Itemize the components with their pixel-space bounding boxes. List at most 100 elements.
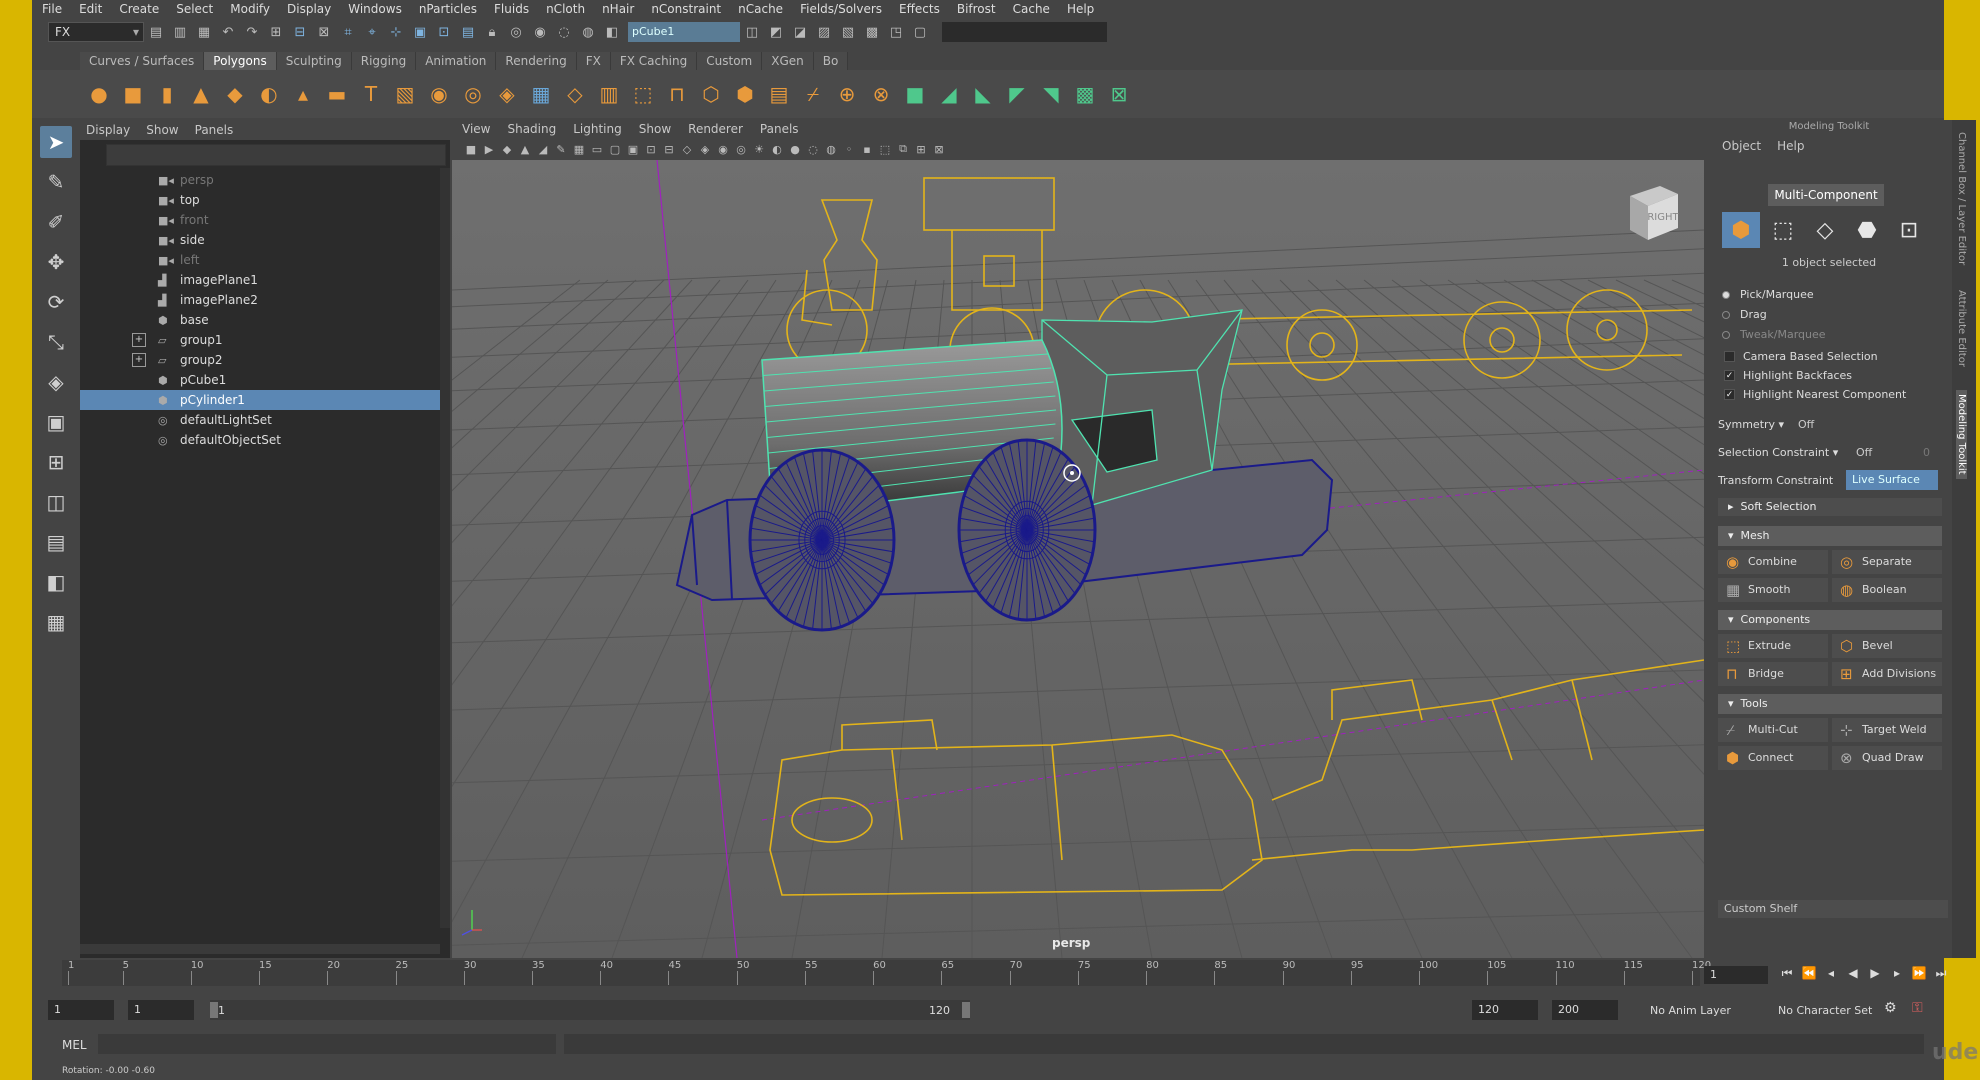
go-to-start-icon[interactable]: ⏮ [1776,966,1798,981]
channel-box-icon[interactable]: ◳ [886,22,906,42]
viewport-menu-renderer[interactable]: Renderer [688,122,743,136]
exposure-icon[interactable]: ⊠ [930,143,948,156]
resolution-gate-icon[interactable]: ▢ [606,143,624,156]
poly-cube-icon[interactable]: ■ [118,79,148,109]
menu-select[interactable]: Select [176,2,213,16]
outliner-item-group2[interactable]: + ▱ group2 [80,350,450,370]
hypershade-icon[interactable]: ◍ [578,22,598,42]
sidebar-toggle-icon[interactable]: ◪ [790,22,810,42]
menu-display[interactable]: Display [287,2,331,16]
object-name-field[interactable]: pCube1 [628,22,740,42]
field-chart-icon[interactable]: ⊡ [642,143,660,156]
insert-loop-shelf-icon[interactable]: ▤ [764,79,794,109]
outliner-menu-panels[interactable]: Panels [195,123,234,137]
uv-unfold-shelf-icon[interactable]: ⊠ [1104,79,1134,109]
planar-map-shelf-icon[interactable]: ◢ [934,79,964,109]
outliner-item-defaultlightset[interactable]: ◎ defaultLightSet [80,410,450,430]
menu-edit[interactable]: Edit [79,2,102,16]
shelf-tab-fxcaching[interactable]: FX Caching [610,52,698,70]
separate-shelf-icon[interactable]: ◎ [458,79,488,109]
motion-blur-icon[interactable]: ◌ [804,143,822,156]
poly-sphere-icon[interactable]: ● [84,79,114,109]
connect-button[interactable]: ⬢ Connect [1718,746,1828,770]
outliner-menu-display[interactable]: Display [86,123,130,137]
wireframe-on-shaded-icon[interactable]: ◉ [714,143,732,156]
poly-cone-icon[interactable]: ▲ [186,79,216,109]
snap-live-icon[interactable]: ⊡ [434,22,454,42]
mirror-shelf-icon[interactable]: ▥ [594,79,624,109]
outliner-menu-show[interactable]: Show [146,123,178,137]
toolkit-menu-help[interactable]: Help [1777,139,1804,153]
select-tool-icon[interactable]: ➤ [40,126,72,158]
menu-modify[interactable]: Modify [230,2,270,16]
smooth-button[interactable]: ▦ Smooth [1718,578,1828,602]
menu-help[interactable]: Help [1067,2,1094,16]
camera-attributes-icon[interactable]: ▶ [480,143,498,156]
safe-action-icon[interactable]: ⊟ [660,143,678,156]
hypershade-layout-icon[interactable]: ▦ [40,606,72,638]
attribute-editor-icon[interactable]: ▧ [838,22,858,42]
select-camera-icon[interactable]: ■ [462,143,480,156]
render-settings-icon[interactable]: ◌ [554,22,574,42]
animation-start-field[interactable]: 1 [48,1000,114,1020]
history-icon[interactable]: ▤ [458,22,478,42]
ambient-occlusion-icon[interactable]: ● [786,143,804,156]
poly-plane-icon[interactable]: ◆ [220,79,250,109]
bevel-button[interactable]: ⬡ Bevel [1832,634,1942,658]
poly-torus-icon[interactable]: ◐ [254,79,284,109]
combine-button[interactable]: ◉ Combine [1718,550,1828,574]
outliner-item-defaultobjectset[interactable]: ◎ defaultObjectSet [80,430,450,450]
range-end-handle[interactable] [962,1002,970,1018]
shelf-tab-custom[interactable]: Custom [697,52,763,70]
channel-box-tab[interactable]: Channel Box / Layer Editor [1956,132,1967,265]
custom-shelf-header[interactable]: Custom Shelf [1718,900,1948,918]
play-forward-icon[interactable]: ▶ [1864,966,1886,981]
vertex-mode-icon[interactable]: ⬚ [1764,212,1802,248]
smooth-shade-icon[interactable]: ◈ [696,143,714,156]
modeling-toolkit-icon[interactable]: ▨ [814,22,834,42]
target-weld-button[interactable]: ⊹ Target Weld [1832,718,1942,742]
viewport-menu-panels[interactable]: Panels [760,122,799,136]
attribute-editor-tab[interactable]: Attribute Editor [1956,290,1967,367]
anti-aliasing-icon[interactable]: ◍ [822,143,840,156]
poly-cylinder-icon[interactable]: ▮ [152,79,182,109]
input-line-mode-icon[interactable]: ◧ [602,22,622,42]
viewcube[interactable]: RIGHT [1622,182,1682,242]
uv-layout-shelf-icon[interactable]: ▩ [1070,79,1100,109]
playback-end-field[interactable]: 120 [1472,1000,1538,1020]
range-bar[interactable]: 1 120 [210,1000,970,1020]
menu-nhair[interactable]: nHair [602,2,634,16]
poly-pipe-icon[interactable]: ▬ [322,79,352,109]
tool-settings-icon[interactable]: ▩ [862,22,882,42]
grid-toggle-icon[interactable]: ▦ [570,143,588,156]
viewport-menu-lighting[interactable]: Lighting [573,122,622,136]
outliner-item-top[interactable]: ■◂ top [80,190,450,210]
menu-fieldssolvers[interactable]: Fields/Solvers [800,2,882,16]
outliner-layout-icon[interactable]: ◫ [40,486,72,518]
four-layout-icon[interactable]: ⊞ [40,446,72,478]
shelf-tab-bo[interactable]: Bo [813,52,849,70]
persp-outliner-layout-icon[interactable]: ◧ [40,566,72,598]
render-icon[interactable]: ◎ [506,22,526,42]
multi-cut-button[interactable]: ⌿ Multi-Cut [1718,718,1828,742]
shelf-tab-rigging[interactable]: Rigging [351,52,417,70]
uv-mode-icon[interactable]: ⊡ [1890,212,1928,248]
save-scene-icon[interactable]: ▦ [194,22,214,42]
scale-tool-icon[interactable]: ⤡ [40,326,72,358]
layout-icon[interactable]: ▢ [910,22,930,42]
animation-end-field[interactable]: 200 [1552,1000,1618,1020]
range-start-handle[interactable] [210,1002,218,1018]
uv-editor-shelf-icon[interactable]: ■ [900,79,930,109]
redo-icon[interactable]: ↷ [242,22,262,42]
edge-mode-icon[interactable]: ◇ [1806,212,1844,248]
smooth-shelf-icon[interactable]: ▦ [526,79,556,109]
outliner-item-left[interactable]: ■◂ left [80,250,450,270]
go-to-end-icon[interactable]: ⏭ [1930,966,1952,981]
last-tool-icon[interactable]: ◈ [40,366,72,398]
xray-components-icon[interactable]: ⊞ [912,143,930,156]
add-divisions-button[interactable]: ⊞ Add Divisions [1832,662,1942,686]
snap-plane-icon[interactable]: ▣ [410,22,430,42]
current-frame-field[interactable]: 1 [1704,966,1768,984]
camera-based-checkbox[interactable]: Camera Based Selection [1724,350,1878,363]
face-mode-icon[interactable]: ⬣ [1848,212,1886,248]
